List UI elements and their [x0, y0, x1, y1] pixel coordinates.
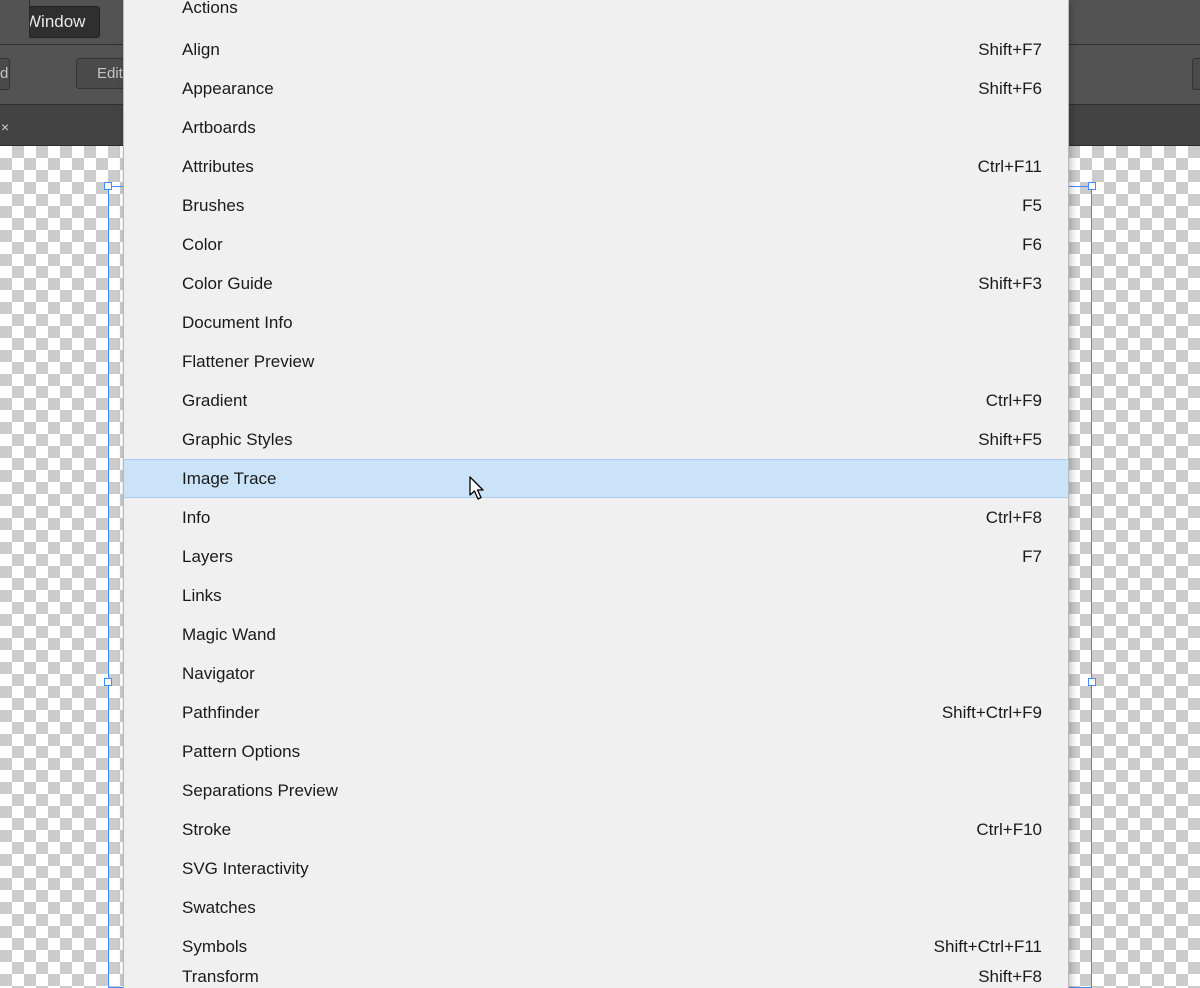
menu-item-gradient[interactable]: Gradient Ctrl+F9 [124, 381, 1068, 420]
menu-item-brushes[interactable]: Brushes F5 [124, 186, 1068, 225]
menu-item-appearance[interactable]: Appearance Shift+F6 [124, 69, 1068, 108]
menu-item-label: Image Trace [182, 469, 277, 489]
menu-item-label: Align [182, 40, 220, 60]
menu-item-label: Magic Wand [182, 625, 276, 645]
menu-item-shortcut: Shift+F5 [978, 430, 1042, 450]
menu-item-label: Document Info [182, 313, 293, 333]
menu-item-graphic-styles[interactable]: Graphic Styles Shift+F5 [124, 420, 1068, 459]
menu-item-svg-interactivity[interactable]: SVG Interactivity [124, 849, 1068, 888]
menu-item-actions[interactable]: Actions [124, 0, 1068, 30]
menu-item-flattener-preview[interactable]: Flattener Preview [124, 342, 1068, 381]
options-fragment-left[interactable]: d [0, 58, 10, 90]
menu-item-shortcut: Shift+F6 [978, 79, 1042, 99]
menu-item-label: Symbols [182, 937, 247, 957]
menu-item-separations-preview[interactable]: Separations Preview [124, 771, 1068, 810]
menu-item-label: Navigator [182, 664, 255, 684]
menu-item-document-info[interactable]: Document Info [124, 303, 1068, 342]
menu-item-label: Graphic Styles [182, 430, 293, 450]
menu-item-label: SVG Interactivity [182, 859, 309, 879]
menu-item-shortcut: Shift+F8 [978, 967, 1042, 987]
menu-item-pathfinder[interactable]: Pathfinder Shift+Ctrl+F9 [124, 693, 1068, 732]
menu-item-label: Attributes [182, 157, 254, 177]
window-menu-dropdown: Actions Align Shift+F7 Appearance Shift+F6 Ar… [123, 0, 1069, 988]
menu-item-shortcut: Shift+F3 [978, 274, 1042, 294]
menu-item-label: Pattern Options [182, 742, 300, 762]
menu-item-image-trace[interactable]: Image Trace [124, 459, 1068, 498]
menu-item-label: Appearance [182, 79, 274, 99]
menu-item-navigator[interactable]: Navigator [124, 654, 1068, 693]
menu-item-label: Transform [182, 967, 259, 987]
menu-item-label: Separations Preview [182, 781, 338, 801]
menu-item-align[interactable]: Align Shift+F7 [124, 30, 1068, 69]
menu-item-label: Brushes [182, 196, 244, 216]
menu-item-pattern-options[interactable]: Pattern Options [124, 732, 1068, 771]
selection-handle-mid-right[interactable] [1088, 678, 1096, 686]
menu-item-shortcut: Ctrl+F10 [976, 820, 1042, 840]
menu-item-label: Pathfinder [182, 703, 260, 723]
menu-item-label: Stroke [182, 820, 231, 840]
menu-item-label: Color [182, 235, 223, 255]
menu-item-label: Gradient [182, 391, 247, 411]
menu-item-shortcut: F7 [1022, 547, 1042, 567]
document-tab[interactable] [0, 0, 30, 38]
menu-item-shortcut: Ctrl+F9 [986, 391, 1042, 411]
menu-item-color[interactable]: Color F6 [124, 225, 1068, 264]
menu-item-info[interactable]: Info Ctrl+F8 [124, 498, 1068, 537]
menu-item-label: Artboards [182, 118, 256, 138]
menu-item-shortcut: Shift+Ctrl+F11 [934, 937, 1042, 957]
menu-item-label: Flattener Preview [182, 352, 314, 372]
menu-item-shortcut: Ctrl+F8 [986, 508, 1042, 528]
options-fragment-right[interactable] [1192, 58, 1200, 90]
menu-item-shortcut: Ctrl+F11 [978, 157, 1042, 177]
close-icon[interactable]: × [1, 120, 9, 134]
menu-item-magic-wand[interactable]: Magic Wand [124, 615, 1068, 654]
menu-item-layers[interactable]: Layers F7 [124, 537, 1068, 576]
menu-item-label: Info [182, 508, 210, 528]
menu-item-transform[interactable]: Transform Shift+F8 [124, 966, 1068, 988]
menu-item-symbols[interactable]: Symbols Shift+Ctrl+F11 [124, 927, 1068, 966]
menu-item-attributes[interactable]: Attributes Ctrl+F11 [124, 147, 1068, 186]
menu-item-shortcut: F6 [1022, 235, 1042, 255]
menu-item-shortcut: Shift+F7 [978, 40, 1042, 60]
menu-item-artboards[interactable]: Artboards [124, 108, 1068, 147]
menu-item-label: Swatches [182, 898, 256, 918]
menu-item-label: Actions [182, 0, 238, 18]
menu-item-shortcut: F5 [1022, 196, 1042, 216]
menu-item-label: Color Guide [182, 274, 273, 294]
selection-handle-top-right[interactable] [1088, 182, 1096, 190]
menu-item-stroke[interactable]: Stroke Ctrl+F10 [124, 810, 1068, 849]
selection-handle-mid-left[interactable] [104, 678, 112, 686]
menu-item-links[interactable]: Links [124, 576, 1068, 615]
menu-item-swatches[interactable]: Swatches [124, 888, 1068, 927]
menu-item-color-guide[interactable]: Color Guide Shift+F3 [124, 264, 1068, 303]
menu-item-label: Links [182, 586, 222, 606]
menu-item-shortcut: Shift+Ctrl+F9 [942, 703, 1042, 723]
menu-item-label: Layers [182, 547, 233, 567]
selection-handle-top-left[interactable] [104, 182, 112, 190]
